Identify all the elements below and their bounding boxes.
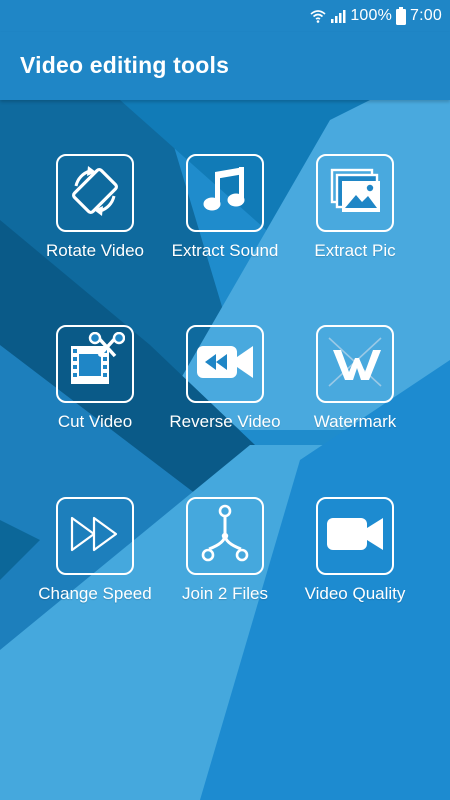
tool-label: Cut Video xyxy=(57,412,133,431)
film-scissors-icon xyxy=(65,331,126,397)
tool-reverse-video[interactable]: Reverse Video xyxy=(150,325,300,432)
tools-grid: Rotate Video Extract Sound Extract Pic C… xyxy=(0,0,450,800)
tool-label: Reverse Video xyxy=(169,412,281,431)
tool-rotate-video[interactable]: Rotate Video xyxy=(20,154,170,261)
status-icons: 100% 7:00 xyxy=(310,6,442,26)
join-files-button[interactable] xyxy=(186,497,264,575)
video-camera-icon xyxy=(325,514,385,559)
status-bar: 100% 7:00 xyxy=(0,0,450,32)
rewind-camera-icon xyxy=(195,340,255,389)
tool-extract-sound[interactable]: Extract Sound xyxy=(150,154,300,261)
tool-extract-pic[interactable]: Extract Pic xyxy=(280,154,430,261)
battery-icon xyxy=(396,7,407,25)
tool-label: Video Quality xyxy=(304,584,406,603)
merge-icon xyxy=(200,503,250,570)
rotate-icon xyxy=(66,162,124,225)
reverse-video-button[interactable] xyxy=(186,325,264,403)
app-toolbar: Video editing tools xyxy=(0,32,450,100)
tool-label: Join 2 Files xyxy=(182,584,268,603)
tool-cut-video[interactable]: Cut Video xyxy=(20,325,170,432)
change-speed-button[interactable] xyxy=(56,497,134,575)
watermark-icon xyxy=(325,334,385,395)
wifi-icon xyxy=(310,8,326,24)
clock: 7:00 xyxy=(410,7,442,24)
tool-label: Watermark xyxy=(313,412,397,431)
fast-forward-icon xyxy=(66,512,124,561)
extract-pic-button[interactable] xyxy=(316,154,394,232)
tool-change-speed[interactable]: Change Speed xyxy=(20,497,170,604)
tool-label: Rotate Video xyxy=(46,241,144,260)
video-quality-button[interactable] xyxy=(316,497,394,575)
tool-video-quality[interactable]: Video Quality xyxy=(280,497,430,604)
cut-video-button[interactable] xyxy=(56,325,134,403)
battery-percent: 100% xyxy=(350,7,393,24)
page-title: Video editing tools xyxy=(20,52,230,78)
tool-label: Extract Pic xyxy=(314,241,396,260)
signal-icon xyxy=(330,8,346,24)
pictures-icon xyxy=(326,162,384,225)
tool-label: Change Speed xyxy=(38,584,152,603)
tool-join-files[interactable]: Join 2 Files xyxy=(150,497,300,604)
music-note-icon xyxy=(198,164,252,223)
tool-label: Extract Sound xyxy=(171,241,279,260)
tool-watermark[interactable]: Watermark xyxy=(280,325,430,432)
extract-sound-button[interactable] xyxy=(186,154,264,232)
watermark-button[interactable] xyxy=(316,325,394,403)
rotate-video-button[interactable] xyxy=(56,154,134,232)
